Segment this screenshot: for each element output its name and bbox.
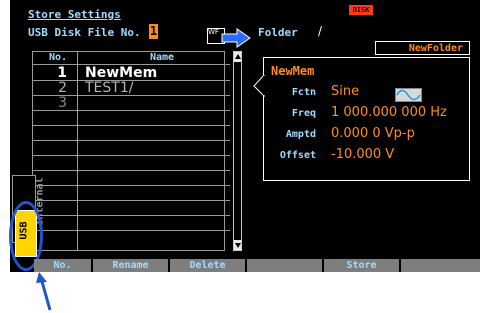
row-divider	[33, 230, 230, 231]
arrow-right-icon	[221, 28, 251, 48]
usb-disk-file-number[interactable]: 1	[149, 24, 158, 39]
softkey-store[interactable]: Store	[324, 259, 399, 272]
preview-label-frequency: Freq	[291, 108, 316, 119]
row-divider	[33, 155, 230, 156]
row-divider	[33, 125, 230, 126]
column-header-no: No.	[49, 52, 68, 63]
scroll-up-arrow-icon[interactable]	[234, 52, 241, 62]
disk-status-badge: DISK	[349, 5, 373, 15]
row-divider	[33, 170, 230, 171]
row-divider	[33, 215, 230, 216]
row-number: 3	[58, 95, 67, 111]
preview-value-offset: -10.000 V	[331, 147, 395, 162]
page-title: Store Settings	[28, 8, 121, 21]
table-scrollbar[interactable]	[233, 51, 242, 251]
preview-file-name: NewMem	[271, 64, 315, 78]
row-divider	[33, 200, 230, 201]
preview-label-offset: Offset	[279, 150, 316, 161]
scroll-down-arrow-icon[interactable]	[234, 240, 241, 250]
sine-wave-icon	[395, 88, 422, 102]
folder-label: Folder	[258, 26, 298, 39]
usb-disk-file-label: USB Disk File No.	[28, 26, 141, 39]
preview-value-amplitude: 0.000 0 Vp-p	[331, 126, 415, 141]
preview-value-frequency: 1 000.000 000 Hz	[331, 105, 447, 120]
softkey-delete[interactable]: Delete	[170, 259, 245, 272]
row-file-name: NewMem	[85, 65, 158, 81]
softkey-blank-1[interactable]	[247, 259, 322, 272]
row-divider	[33, 185, 230, 186]
preview-label-amplitude: Amptd	[285, 129, 316, 140]
folder-path: /	[318, 24, 323, 38]
preview-label-function: Fctn	[291, 87, 316, 98]
row-number: 2	[58, 80, 67, 96]
softkey-blank-2[interactable]	[401, 259, 480, 272]
softkey-bar: No. Rename Delete Store	[10, 259, 480, 272]
preview-value-function: Sine	[331, 84, 360, 99]
softkey-no[interactable]: No.	[34, 259, 91, 272]
column-divider	[77, 52, 78, 250]
new-folder-button[interactable]: NewFolder	[375, 41, 470, 55]
row-file-name: TEST1/	[85, 80, 134, 96]
pointer-arrow-icon	[36, 272, 52, 311]
row-divider	[33, 140, 230, 141]
softkey-rename[interactable]: Rename	[93, 259, 168, 272]
row-number: 1	[57, 65, 67, 81]
column-header-name: Name	[150, 52, 175, 63]
file-table: No. Name 1 NewMem 2 TEST1/ 3	[32, 51, 230, 251]
table-header: No. Name	[33, 52, 226, 64]
